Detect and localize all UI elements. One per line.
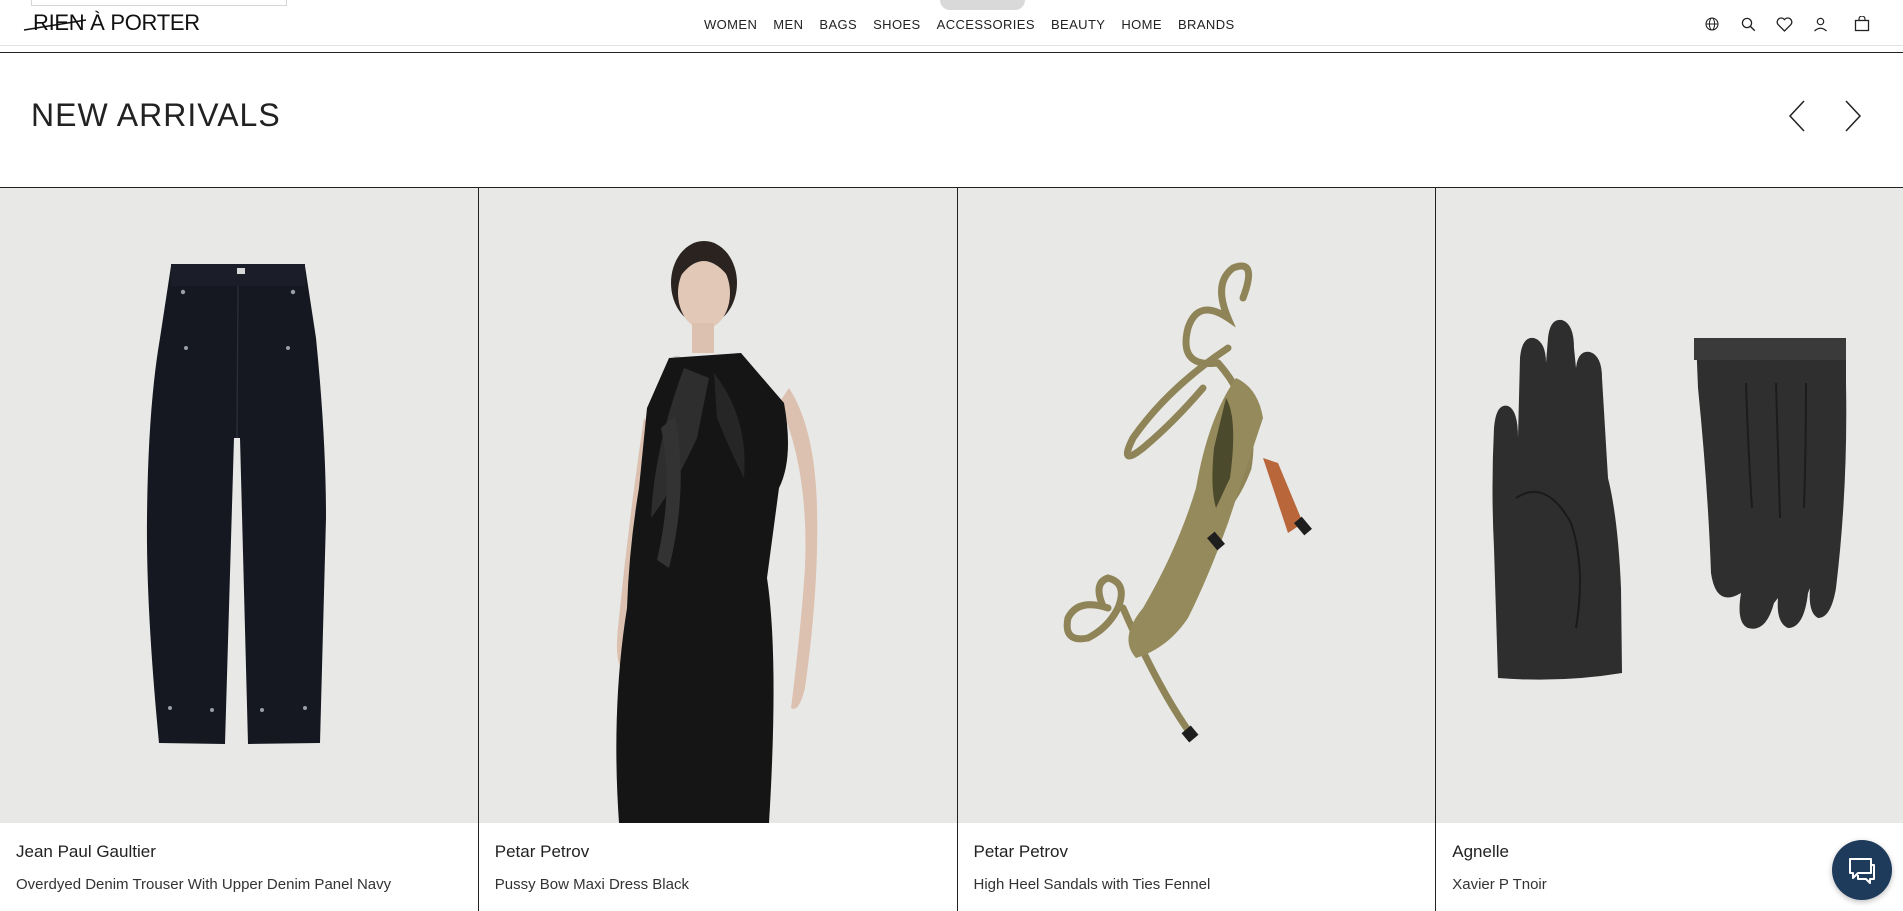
nav-accessories[interactable]: ACCESSORIES (937, 17, 1035, 32)
product-image-gloves[interactable] (1436, 188, 1903, 823)
carousel-prev-button[interactable] (1782, 96, 1812, 136)
product-name[interactable]: Xavier P Tnoir (1452, 876, 1547, 893)
product-brand[interactable]: Jean Paul Gaultier (16, 842, 156, 862)
heart-icon[interactable] (1773, 13, 1795, 35)
header-divider (0, 52, 1903, 53)
product-carousel: Jean Paul Gaultier Overdyed Denim Trouse… (0, 187, 1903, 911)
chevron-left-icon (1788, 100, 1805, 132)
carousel-next-button[interactable] (1838, 96, 1868, 136)
section-title: NEW ARRIVALS (31, 97, 281, 133)
chat-icon (1849, 858, 1875, 884)
search-overlay-edge (31, 0, 287, 6)
nav-beauty[interactable]: BEAUTY (1051, 17, 1105, 32)
product-card[interactable]: Petar Petrov High Heel Sandals with Ties… (957, 188, 1437, 911)
product-name[interactable]: Overdyed Denim Trouser With Upper Denim … (16, 876, 391, 893)
product-brand[interactable]: Agnelle (1452, 842, 1509, 862)
product-image-sandal[interactable] (957, 188, 1436, 823)
nav-home[interactable]: HOME (1121, 17, 1162, 32)
product-brand[interactable]: Petar Petrov (974, 842, 1069, 862)
nav-shoes[interactable]: SHOES (873, 17, 921, 32)
nav-bags[interactable]: BAGS (819, 17, 857, 32)
product-card[interactable]: Agnelle Xavier P Tnoir (1436, 188, 1903, 911)
bag-icon[interactable] (1851, 13, 1873, 35)
site-header: RIEN À PORTER WOMEN MEN BAGS SHOES ACCES… (0, 0, 1903, 46)
user-icon[interactable] (1809, 13, 1831, 35)
nav-brands[interactable]: BRANDS (1178, 17, 1235, 32)
product-card[interactable]: Jean Paul Gaultier Overdyed Denim Trouse… (0, 188, 479, 911)
product-name[interactable]: High Heel Sandals with Ties Fennel (974, 876, 1211, 893)
product-brand[interactable]: Petar Petrov (495, 842, 590, 862)
search-icon[interactable] (1737, 13, 1759, 35)
nav-women[interactable]: WOMEN (704, 17, 757, 32)
chevron-right-icon (1845, 100, 1862, 132)
main-nav: WOMEN MEN BAGS SHOES ACCESSORIES BEAUTY … (704, 17, 1251, 32)
product-image-dress[interactable] (478, 188, 957, 823)
product-card[interactable]: Petar Petrov Pussy Bow Maxi Dress Black (478, 188, 958, 911)
logo-strike-mark (23, 19, 87, 31)
header-icons (1687, 13, 1873, 35)
nav-men[interactable]: MEN (773, 17, 803, 32)
chat-button[interactable] (1832, 840, 1892, 900)
product-name[interactable]: Pussy Bow Maxi Dress Black (495, 876, 689, 893)
globe-icon[interactable] (1701, 13, 1723, 35)
header-peek-image (940, 0, 1025, 10)
product-image-trousers[interactable] (0, 188, 478, 823)
